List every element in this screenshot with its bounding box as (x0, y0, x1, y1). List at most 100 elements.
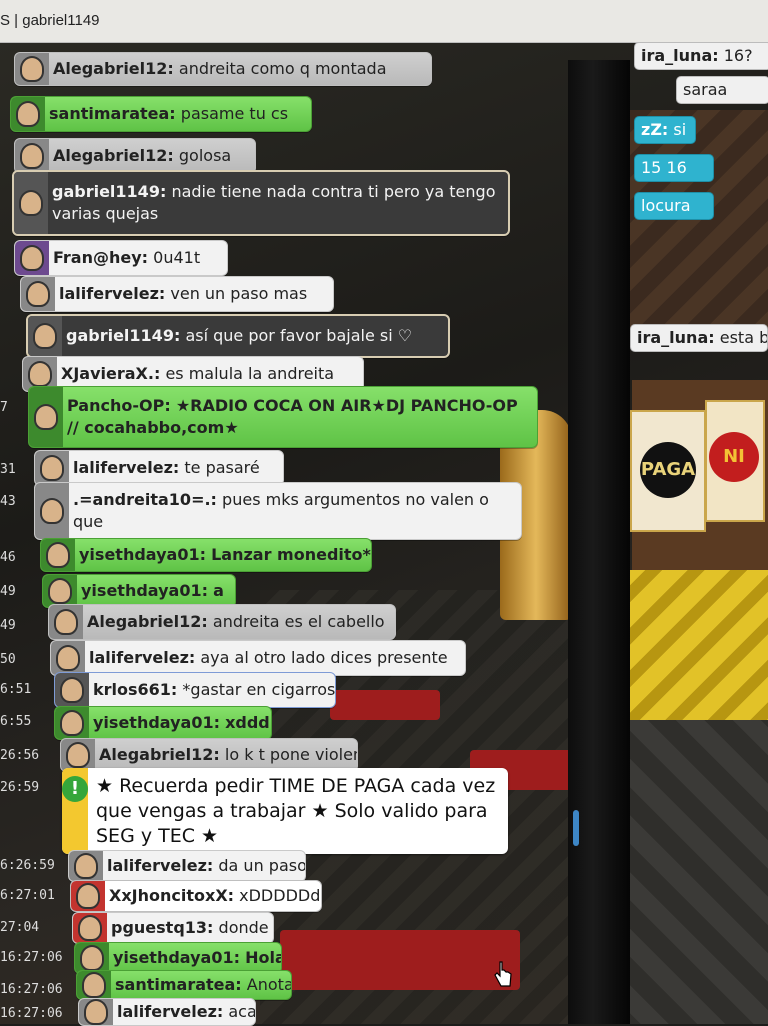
avatar (55, 673, 89, 707)
exclamation-icon: ! (62, 776, 88, 802)
avatar (35, 451, 69, 485)
timestamp: 49 (0, 584, 16, 599)
chat-text: andreita como q montada (178, 59, 387, 78)
chat-message[interactable]: yisethdaya01: xddd (54, 706, 272, 740)
chat-message[interactable]: yisethdaya01: Lanzar monedito* (40, 538, 372, 572)
chat-message[interactable]: pguestq13: donde (72, 912, 274, 944)
chat-text: xddd (225, 713, 270, 732)
timestamp: 6:27:01 (0, 888, 55, 903)
chat-text: andreita es el cabello (212, 612, 385, 631)
chat-username: lalifervelez: (59, 284, 166, 303)
red-bench (330, 690, 440, 720)
chat-message[interactable]: yisethdaya01: a (42, 574, 236, 608)
chat-message[interactable]: .=andreita10=.: pues mks argumentos no v… (34, 482, 522, 540)
timestamp: 43 (0, 494, 16, 509)
chat-text: golosa (178, 146, 232, 165)
chat-text: 16? (723, 46, 753, 65)
chat-text: ven un paso mas (170, 284, 308, 303)
chat-message[interactable]: santimaratea: Anota: (76, 970, 292, 1000)
chat-username: Fran@hey: (53, 248, 149, 267)
chat-text: saraa (683, 80, 728, 99)
chat-message[interactable]: Alegabriel12: lo k t pone violenta (60, 738, 358, 772)
chat-username: santimaratea: (115, 975, 242, 994)
timestamp: 50 (0, 652, 16, 667)
avatar (77, 971, 111, 999)
chat-text: 0u41t (153, 248, 201, 267)
chat-message[interactable]: XxJhoncitoxX: xDDDDDd (70, 880, 322, 912)
chat-message-own[interactable]: gabriel1149: así que por favor bajale si… (26, 314, 450, 358)
right-chat-message[interactable]: locura (634, 192, 714, 220)
avatar (55, 707, 89, 739)
chat-username: krlos661: (93, 680, 178, 699)
avatar (75, 943, 109, 973)
chat-message[interactable]: Alegabriel12: golosa (14, 138, 256, 174)
banner-paga: PAGA (630, 410, 706, 532)
avatar (61, 739, 95, 771)
chat-text: aca (228, 1002, 256, 1021)
chat-message[interactable]: Alegabriel12: andreita como q montada (14, 52, 432, 86)
avatar (51, 641, 85, 675)
chat-message[interactable]: lalifervelez: aya al otro lado dices pre… (50, 640, 466, 676)
scroll-indicator[interactable] (573, 810, 579, 846)
chat-message[interactable]: lalifervelez: da un paso (68, 850, 306, 882)
chat-text: así que por favor bajale si ♡ (185, 326, 413, 345)
right-chat-message[interactable]: zZ: si (634, 116, 696, 144)
right-chat-message[interactable]: saraa (676, 76, 768, 104)
chat-message[interactable]: Fran@hey: 0u41t (14, 240, 228, 276)
chat-message[interactable]: santimaratea: pasame tu cs (10, 96, 312, 132)
chat-username: santimaratea: (49, 104, 176, 123)
chat-username: ira_luna: (641, 46, 719, 65)
right-chat-message[interactable]: ira_luna: 16? (634, 42, 768, 70)
avatar (79, 999, 113, 1025)
chat-username: gabriel1149: (66, 326, 181, 345)
chat-message[interactable]: Pancho-OP: ★RADIO COCA ON AIR★DJ PANCHO-… (28, 386, 538, 448)
banner-ni: NI (705, 400, 765, 522)
chat-message-own[interactable]: gabriel1149: nadie tiene nada contra ti … (12, 170, 510, 236)
system-notice[interactable]: ! ★ Recuerda pedir TIME DE PAGA cada vez… (62, 768, 508, 854)
chat-message[interactable]: lalifervelez: te pasaré (34, 450, 284, 486)
timestamp: 16:27:06 (0, 982, 63, 997)
timestamp: 27:04 (0, 920, 40, 935)
chat-text: es malula la andreita (165, 364, 335, 383)
timestamp: 7 (0, 400, 8, 415)
chat-username: ira_luna: (637, 328, 715, 347)
chat-text: pasame tu cs (180, 104, 289, 123)
red-bench (280, 930, 520, 990)
hand-cursor-icon (494, 961, 512, 987)
chat-message[interactable]: lalifervelez: ven un paso mas (20, 276, 334, 312)
chat-text: si (673, 120, 687, 139)
avatar (28, 316, 62, 356)
chat-message[interactable]: Alegabriel12: andreita es el cabello (48, 604, 396, 640)
chat-username: pguestq13: (111, 918, 214, 937)
chat-username: gabriel1149: (52, 182, 167, 201)
banner-paga-text: PAGA (640, 442, 696, 498)
chat-text: locura (641, 196, 691, 215)
right-chat-message[interactable]: ira_luna: esta bien c (630, 324, 768, 352)
chat-username: yisethdaya01: (79, 545, 206, 564)
timestamp: 6:55 (0, 714, 32, 729)
timestamp: 26:59 (0, 780, 40, 795)
chat-text: xDDDDDd (239, 886, 321, 905)
avatar (21, 277, 55, 311)
right-chat-message[interactable]: 15 16 (634, 154, 714, 182)
chat-text: te pasaré (184, 458, 260, 477)
avatar (15, 139, 49, 173)
chat-username: lalifervelez: (117, 1002, 224, 1021)
timestamp: 6:26:59 (0, 858, 55, 873)
avatar (29, 387, 63, 447)
avatar (15, 53, 49, 85)
chat-message[interactable]: krlos661: *gastar en cigarros (54, 672, 336, 708)
chat-text: 15 16 (641, 158, 687, 177)
room-floor-right (630, 110, 768, 340)
chat-message[interactable]: lalifervelez: aca (78, 998, 256, 1026)
timestamp: 16:27:06 (0, 1006, 63, 1021)
timestamp: 49 (0, 618, 16, 633)
chat-username: Alegabriel12: (53, 59, 174, 78)
dark-floor (620, 720, 768, 1024)
chat-username: zZ: (641, 120, 669, 139)
avatar (41, 539, 75, 571)
timestamp: 26:56 (0, 748, 40, 763)
chat-text: da un paso (218, 856, 306, 875)
chat-username: .=andreita10=.: (73, 490, 217, 509)
timestamp: 16:27:06 (0, 950, 63, 965)
